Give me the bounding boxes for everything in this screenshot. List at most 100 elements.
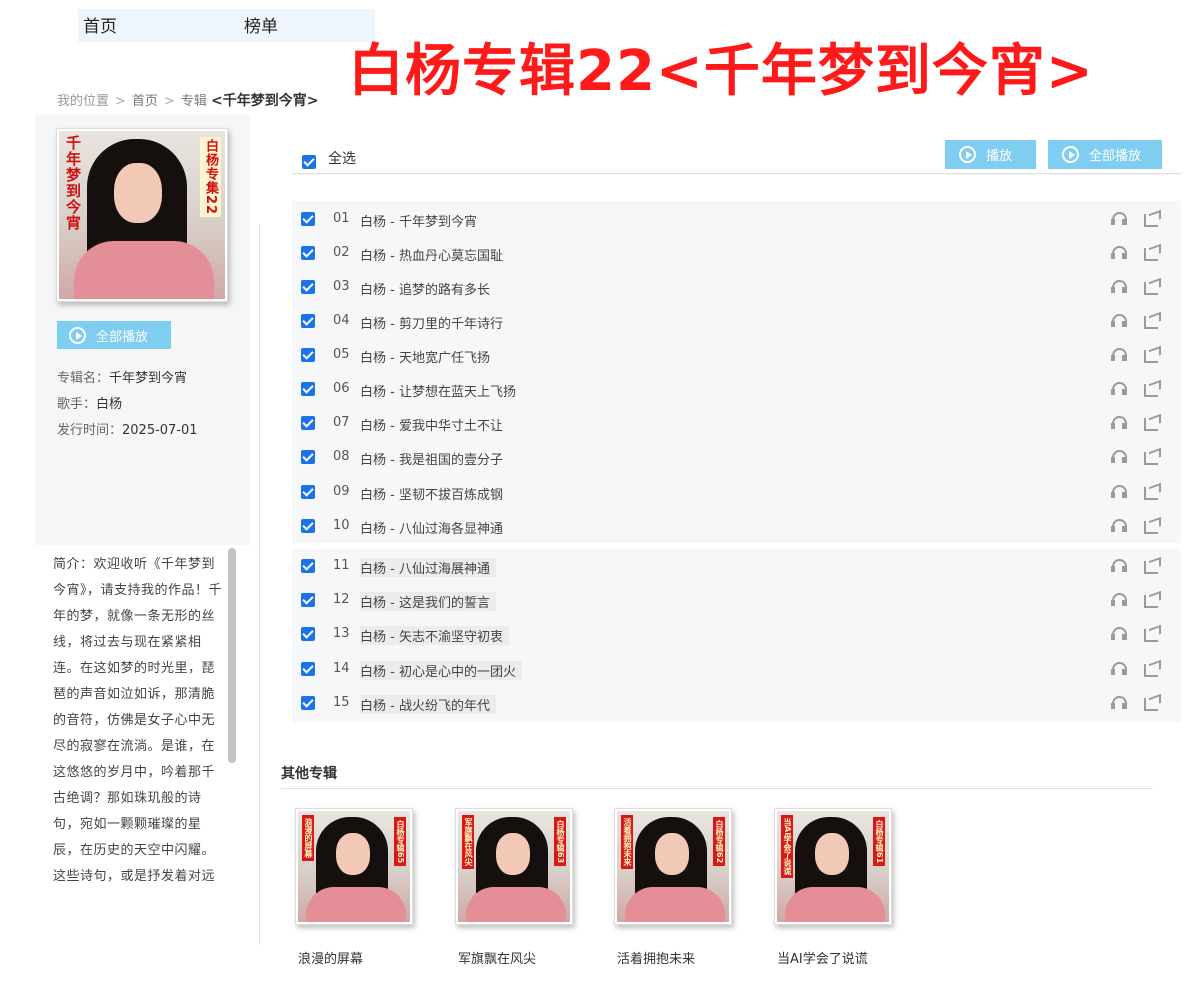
headphone-icon[interactable] [1110,347,1128,363]
track-checkbox[interactable] [301,559,315,573]
track-row[interactable]: 05 白杨 - 天地宽广任飞扬 [292,338,1181,372]
track-number: 06 [333,381,350,396]
other-album-cover[interactable]: 浪漫的屏幕 白杨专辑65 [295,808,413,925]
track-row[interactable]: 09 白杨 - 坚韧不拔百炼成钢 [292,475,1181,509]
sidebar-play-all-button[interactable]: 全部播放 [57,321,171,349]
play-all-button[interactable]: 全部播放 [1048,140,1162,169]
other-album-name[interactable]: 浪漫的屏幕 [298,948,363,967]
share-icon[interactable] [1143,449,1161,465]
share-icon[interactable] [1143,313,1161,329]
breadcrumb-album[interactable]: 专辑 [181,94,207,109]
select-all-checkbox[interactable] [302,155,316,169]
track-checkbox[interactable] [301,416,315,430]
track-row[interactable]: 12 白杨 - 这是我们的誓言 [292,583,1181,617]
headphone-icon[interactable] [1110,279,1128,295]
share-icon[interactable] [1143,558,1161,574]
track-title[interactable]: 白杨 - 八仙过海各显神通 [360,518,503,537]
share-icon[interactable] [1143,279,1161,295]
track-artist: 白杨 [360,317,387,332]
other-albums-title: 其他专辑 [281,766,337,782]
track-title[interactable]: 白杨 - 剪刀里的千年诗行 [360,313,503,332]
headphone-icon[interactable] [1110,211,1128,227]
track-checkbox[interactable] [301,450,315,464]
headphone-icon[interactable] [1110,695,1128,711]
share-icon[interactable] [1143,592,1161,608]
track-title[interactable]: 白杨 - 千年梦到今宵 [360,211,477,230]
track-row[interactable]: 04 白杨 - 剪刀里的千年诗行 [292,304,1181,338]
headphone-icon[interactable] [1110,313,1128,329]
other-album-name[interactable]: 当AI学会了说谎 [777,948,868,967]
track-title[interactable]: 白杨 - 追梦的路有多长 [360,279,490,298]
track-checkbox[interactable] [301,593,315,607]
share-icon[interactable] [1143,484,1161,500]
share-icon[interactable] [1143,518,1161,534]
track-title[interactable]: 白杨 - 矢志不渝坚守初衷 [360,626,510,645]
track-checkbox[interactable] [301,627,315,641]
track-row[interactable]: 10 白杨 - 八仙过海各显神通 [292,509,1181,543]
track-title[interactable]: 白杨 - 热血丹心莫忘国耻 [360,245,503,264]
share-icon[interactable] [1143,695,1161,711]
headphone-icon[interactable] [1110,518,1128,534]
share-icon[interactable] [1143,347,1161,363]
track-checkbox[interactable] [301,280,315,294]
track-title[interactable]: 白杨 - 八仙过海展神通 [360,558,497,577]
share-icon[interactable] [1143,211,1161,227]
track-title[interactable]: 白杨 - 让梦想在蓝天上飞扬 [360,381,516,400]
track-checkbox[interactable] [301,519,315,533]
track-checkbox[interactable] [301,314,315,328]
share-icon[interactable] [1143,661,1161,677]
breadcrumb-home[interactable]: 首页 [132,94,158,109]
play-icon [69,326,86,344]
track-title[interactable]: 白杨 - 战火纷飞的年代 [360,695,497,714]
headphone-icon[interactable] [1110,415,1128,431]
headphone-icon[interactable] [1110,661,1128,677]
other-album-cover[interactable]: 当AI学会了说谎 白杨专辑61 [774,808,892,925]
track-row[interactable]: 11 白杨 - 八仙过海展神通 [292,549,1181,583]
track-row[interactable]: 03 白杨 - 追梦的路有多长 [292,270,1181,304]
nav-chart[interactable]: 榜单 [244,12,278,37]
track-title[interactable]: 白杨 - 初心是心中的一团火 [360,661,523,680]
track-row[interactable]: 01 白杨 - 千年梦到今宵 [292,202,1181,236]
headphone-icon[interactable] [1110,558,1128,574]
headphone-icon[interactable] [1110,592,1128,608]
other-album-cover[interactable]: 军旗飘在风尖 白杨专辑63 [455,808,573,925]
headphone-icon[interactable] [1110,449,1128,465]
play-button[interactable]: 播放 [945,140,1036,169]
track-row[interactable]: 14 白杨 - 初心是心中的一团火 [292,652,1181,686]
other-album-name[interactable]: 军旗飘在风尖 [458,948,536,967]
headphone-icon[interactable] [1110,626,1128,642]
share-icon[interactable] [1143,245,1161,261]
track-row[interactable]: 13 白杨 - 矢志不渝坚守初衷 [292,617,1181,651]
track-checkbox[interactable] [301,382,315,396]
track-row[interactable]: 07 白杨 - 爱我中华寸土不让 [292,406,1181,440]
track-artist: 白杨 [360,699,387,714]
track-number: 13 [333,626,350,641]
track-title[interactable]: 白杨 - 这是我们的誓言 [360,592,497,611]
track-row[interactable]: 06 白杨 - 让梦想在蓝天上飞扬 [292,372,1181,406]
headphone-icon[interactable] [1110,245,1128,261]
track-title[interactable]: 白杨 - 天地宽广任飞扬 [360,347,490,366]
track-row[interactable]: 02 白杨 - 热血丹心莫忘国耻 [292,236,1181,270]
track-row[interactable]: 08 白杨 - 我是祖国的壹分子 [292,440,1181,474]
track-checkbox[interactable] [301,696,315,710]
other-album-name[interactable]: 活着拥抱未来 [617,948,695,967]
share-icon[interactable] [1143,626,1161,642]
track-row[interactable]: 15 白杨 - 战火纷飞的年代 [292,686,1181,720]
share-icon[interactable] [1143,381,1161,397]
other-album-cover[interactable]: 活着拥抱未来 白杨专辑62 [614,808,732,925]
track-title[interactable]: 白杨 - 爱我中华寸土不让 [360,415,503,434]
track-checkbox[interactable] [301,662,315,676]
track-title[interactable]: 白杨 - 坚韧不拔百炼成钢 [360,484,503,503]
track-checkbox[interactable] [301,348,315,362]
nav-home[interactable]: 首页 [83,12,117,37]
track-number: 10 [333,518,350,533]
track-separator: - [390,665,395,680]
headphone-icon[interactable] [1110,381,1128,397]
headphone-icon[interactable] [1110,484,1128,500]
track-title[interactable]: 白杨 - 我是祖国的壹分子 [360,449,503,468]
track-checkbox[interactable] [301,485,315,499]
share-icon[interactable] [1143,415,1161,431]
track-checkbox[interactable] [301,246,315,260]
intro-scrollbar[interactable] [228,548,236,763]
track-checkbox[interactable] [301,212,315,226]
